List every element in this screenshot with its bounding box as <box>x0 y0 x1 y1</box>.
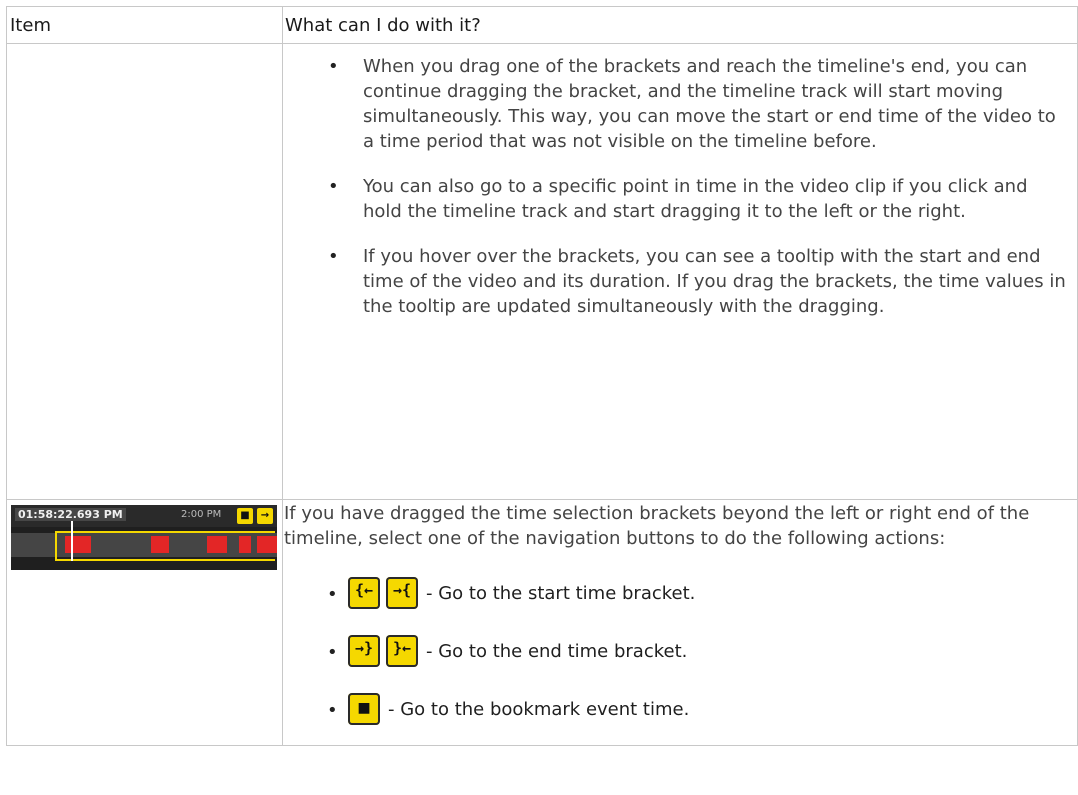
list-item: If you hover over the brackets, you can … <box>283 244 1069 319</box>
timeline-cursor <box>71 521 73 561</box>
nav-bookmark-text: - Go to the bookmark event time. <box>388 698 690 720</box>
header-what-can-i-do: What can I do with it? <box>282 6 1078 44</box>
go-to-start-icon: {← <box>348 577 380 609</box>
nav-button-list: {← →{ - Go to the start time bracket. →}… <box>283 571 1077 731</box>
time-selection-bracket <box>55 531 275 561</box>
nav-item-end: →} }← - Go to the end time bracket. <box>283 629 1077 673</box>
table-header-row: Item What can I do with it? <box>6 6 1078 44</box>
timeline-time-label: 01:58:22.693 PM <box>15 508 126 521</box>
nav-start-text: - Go to the start time bracket. <box>426 582 696 604</box>
nav-end-text: - Go to the end time bracket. <box>426 640 688 662</box>
bookmark-icon: ■ <box>237 508 253 524</box>
go-to-end-alt-icon: }← <box>386 635 418 667</box>
nav-item-start: {← →{ - Go to the start time bracket. <box>283 571 1077 615</box>
timeline-thumbnail: 01:58:22.693 PM 2:00 PM ■ → <box>11 505 277 570</box>
nav-item-bookmark: ■ - Go to the bookmark event time. <box>283 687 1077 731</box>
row1-bullet-list: When you drag one of the brackets and re… <box>283 54 1069 319</box>
list-item: You can also go to a specific point in t… <box>283 174 1069 224</box>
header-item: Item <box>6 6 283 44</box>
table-row: 01:58:22.693 PM 2:00 PM ■ → If you have … <box>6 499 1078 746</box>
go-to-end-icon: → <box>257 508 273 524</box>
go-to-end-icon: →} <box>348 635 380 667</box>
list-item: When you drag one of the brackets and re… <box>283 54 1069 154</box>
row2-description-cell: If you have dragged the time selection b… <box>282 499 1078 746</box>
row1-item-cell <box>6 43 283 500</box>
go-to-start-alt-icon: →{ <box>386 577 418 609</box>
timeline-tick-label: 2:00 PM <box>181 509 222 520</box>
table-row: When you drag one of the brackets and re… <box>6 43 1078 500</box>
row2-item-cell: 01:58:22.693 PM 2:00 PM ■ → <box>6 499 283 746</box>
info-table: Item What can I do with it? When you dra… <box>6 6 1078 746</box>
bookmark-icon: ■ <box>348 693 380 725</box>
row2-intro-text: If you have dragged the time selection b… <box>284 503 1030 549</box>
row1-description-cell: When you drag one of the brackets and re… <box>282 43 1078 500</box>
